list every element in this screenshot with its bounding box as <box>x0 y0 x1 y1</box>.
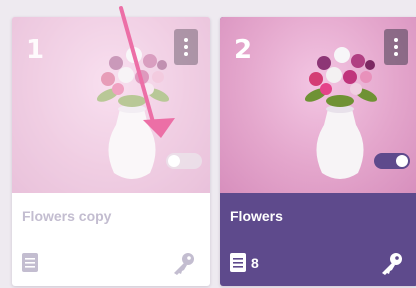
card-flowers[interactable]: 2 Flowers 8 <box>220 17 416 286</box>
toggle-knob <box>168 155 180 167</box>
card-number: 1 <box>26 35 45 65</box>
card-menu-button[interactable] <box>174 29 198 65</box>
document-icon[interactable] <box>22 253 38 272</box>
toggle-knob <box>396 155 408 167</box>
key-icon[interactable] <box>380 251 404 275</box>
document-icon[interactable] <box>230 253 246 272</box>
card-thumbnail[interactable]: 1 <box>12 17 210 193</box>
more-vertical-icon <box>394 38 398 42</box>
card-flowers-copy[interactable]: 1 Flowers copy <box>12 17 210 286</box>
card-number: 2 <box>234 35 253 65</box>
document-count: 8 <box>251 255 259 271</box>
visibility-toggle[interactable] <box>166 153 202 169</box>
more-vertical-icon <box>184 38 188 42</box>
card-title[interactable]: Flowers copy <box>22 208 111 224</box>
visibility-toggle[interactable] <box>374 153 410 169</box>
card-title[interactable]: Flowers <box>230 208 283 224</box>
key-icon[interactable] <box>172 251 196 275</box>
card-menu-button[interactable] <box>384 29 408 65</box>
card-thumbnail[interactable]: 2 <box>220 17 416 193</box>
